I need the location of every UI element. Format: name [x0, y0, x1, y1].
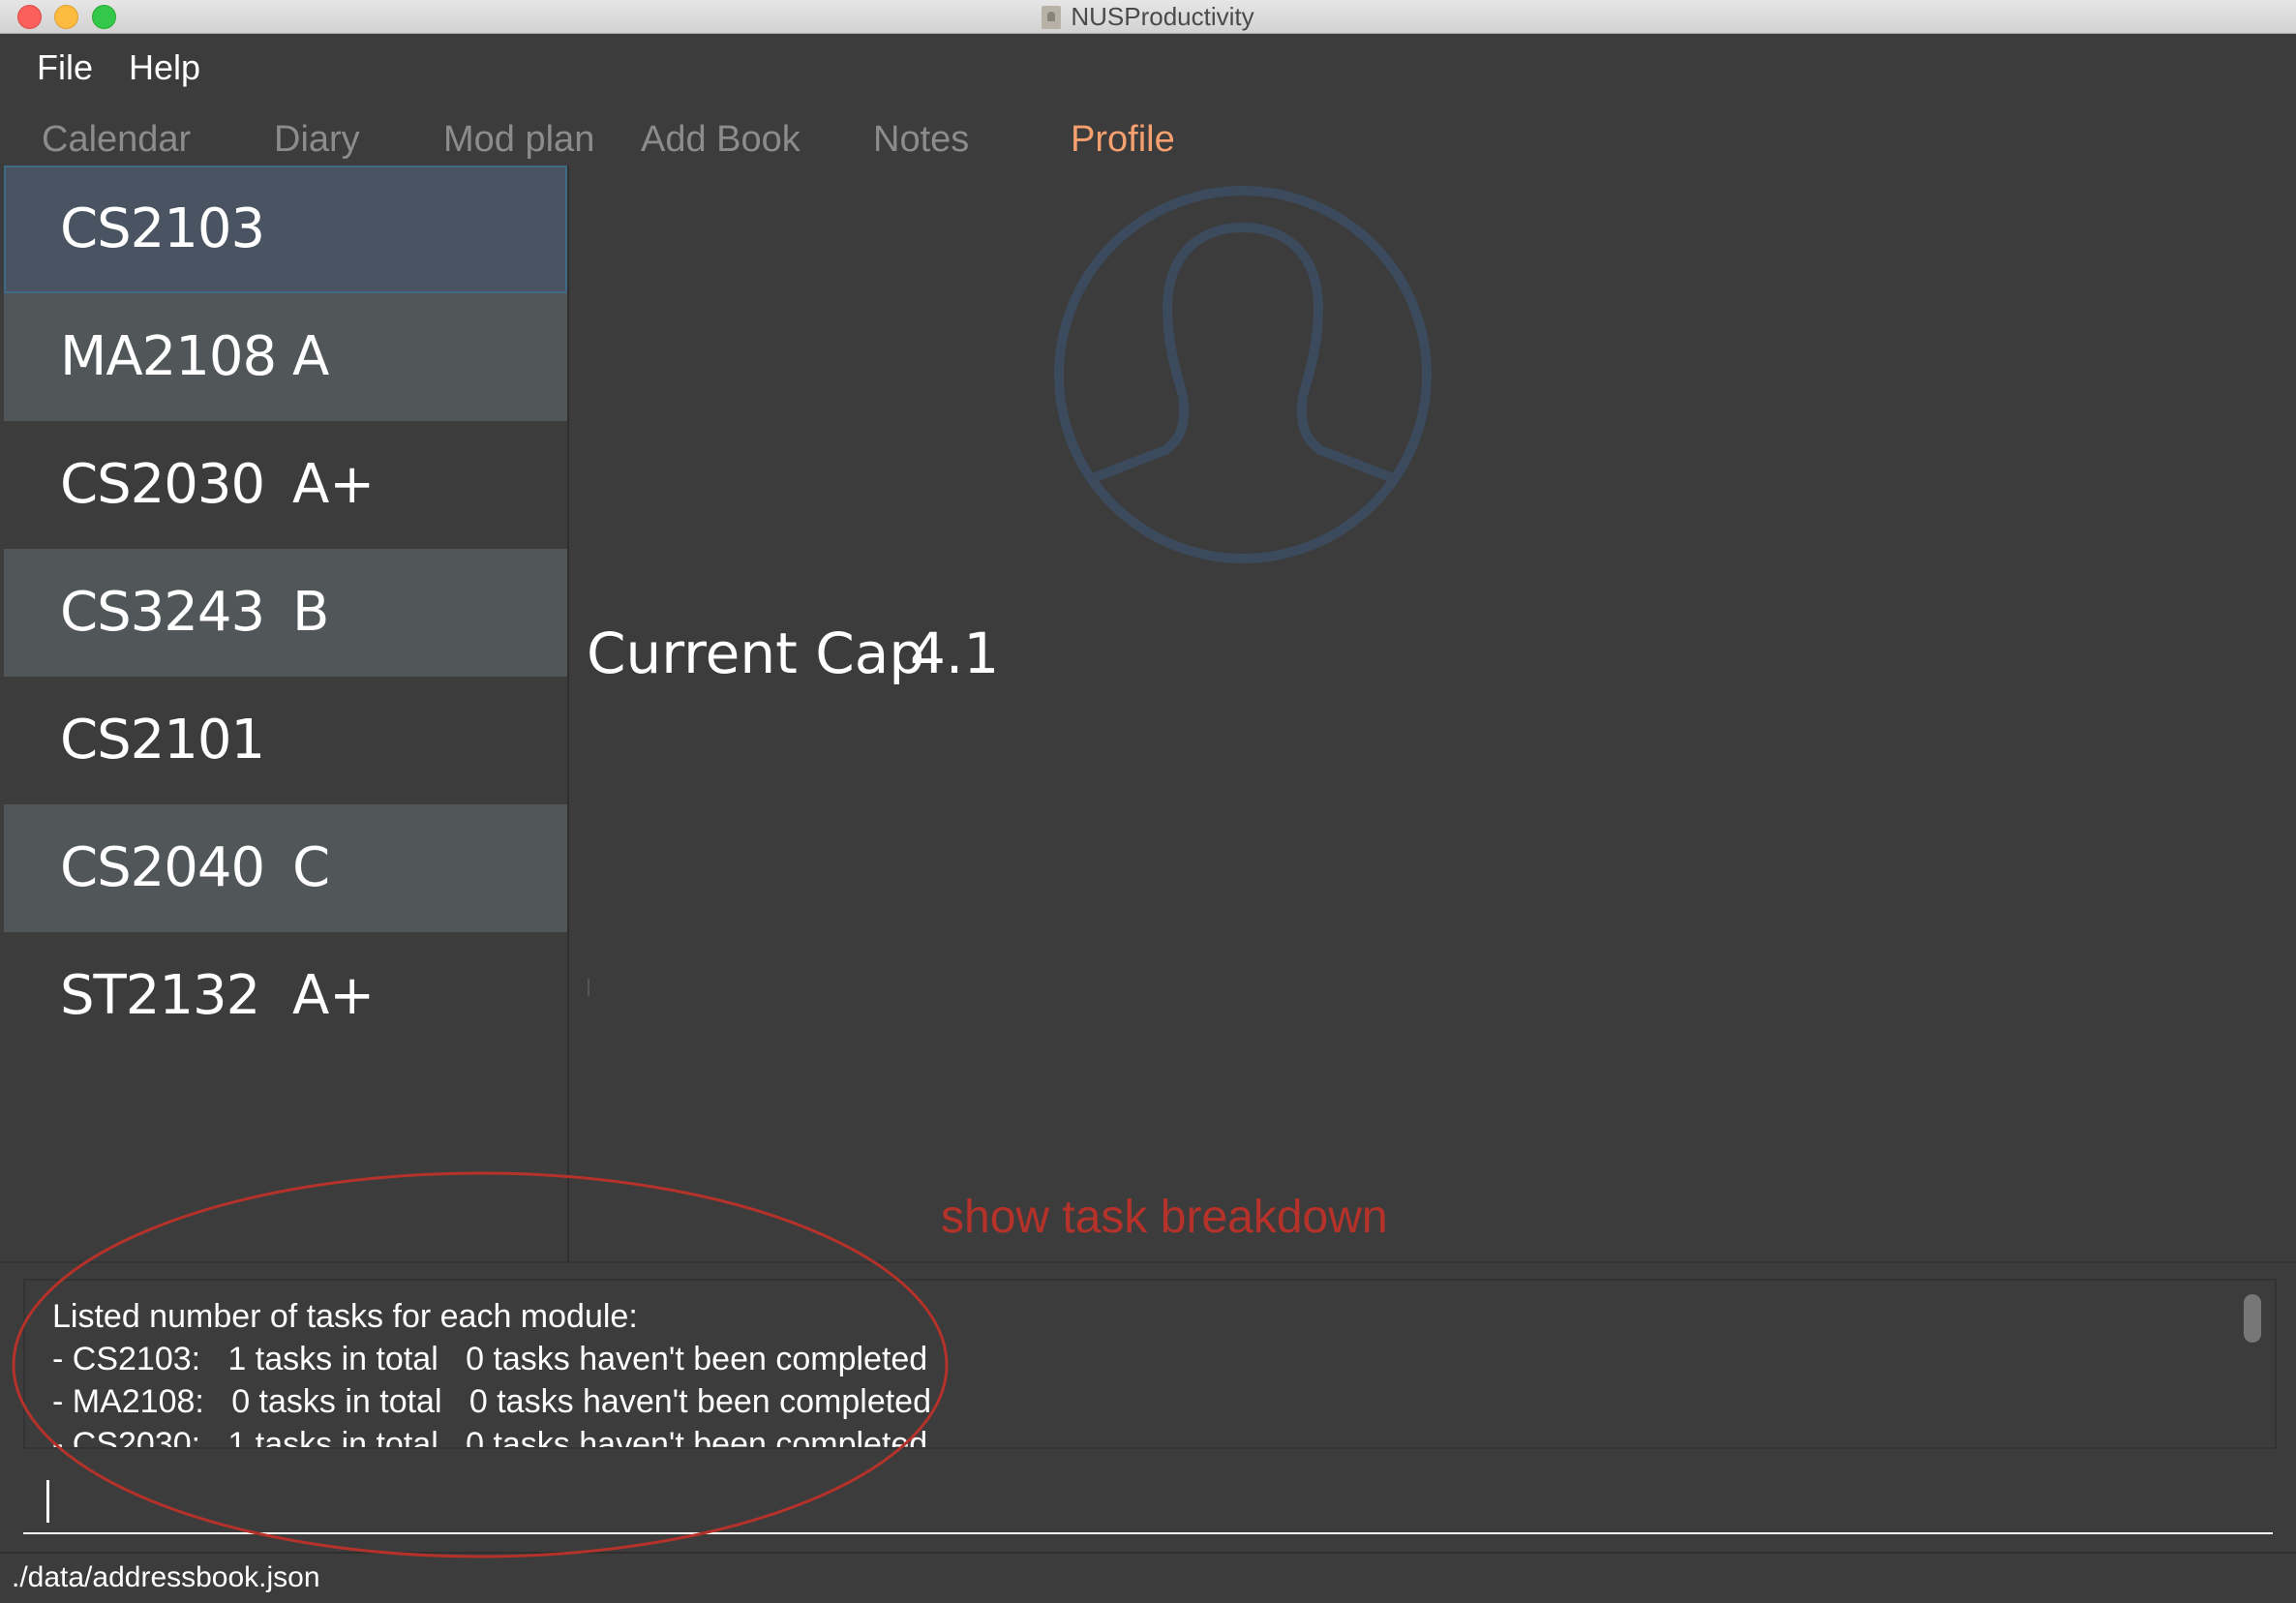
- module-code: CS2101: [60, 709, 265, 771]
- save-location-path: ./data/addressbook.json: [12, 1561, 320, 1593]
- title-bar: NUSProductivity: [0, 0, 2296, 34]
- user-silhouette-icon: [1054, 186, 1432, 563]
- menu-bar: File Help: [0, 34, 2296, 102]
- window-title-text: NUSProductivity: [1071, 2, 1254, 31]
- tab-bar: Calendar Diary Mod plan Add Book Notes P…: [0, 102, 2296, 166]
- module-row[interactable]: CS2103: [4, 166, 567, 293]
- module-row[interactable]: CS3243 B: [4, 549, 567, 677]
- tab-profile[interactable]: Profile: [1071, 119, 1175, 161]
- result-line: - MA2108: 0 tasks in total 0 tasks haven…: [52, 1383, 931, 1420]
- tab-add-book[interactable]: Add Book: [641, 119, 801, 161]
- text-caret: [46, 1480, 49, 1523]
- result-line: - CS2030: 1 tasks in total 0 tasks haven…: [52, 1426, 928, 1449]
- module-code: CS2103: [60, 197, 265, 260]
- module-code: CS2030: [60, 453, 265, 516]
- tab-diary[interactable]: Diary: [274, 119, 360, 161]
- result-line: - CS2103: 1 tasks in total 0 tasks haven…: [52, 1341, 928, 1377]
- module-row[interactable]: CS2030 A+: [4, 421, 567, 549]
- window-title: NUSProductivity: [0, 2, 2296, 31]
- command-input[interactable]: [23, 1468, 2273, 1534]
- result-display[interactable]: Listed number of tasks for each module: …: [23, 1279, 2277, 1449]
- result-panel: Listed number of tasks for each module: …: [0, 1261, 2296, 1457]
- module-grade: B: [292, 581, 330, 644]
- module-grade: C: [292, 836, 331, 899]
- divider-mark: [588, 979, 589, 996]
- profile-panel: Current Cap 4.1: [569, 166, 2296, 1261]
- app-icon: [1042, 6, 1062, 29]
- tab-calendar[interactable]: Calendar: [42, 119, 191, 161]
- app-window: NUSProductivity File Help Calendar Diary…: [0, 0, 2296, 1603]
- annotation-label: show task breakdown: [941, 1192, 1388, 1243]
- result-line: Listed number of tasks for each module:: [52, 1298, 638, 1335]
- module-grade: A: [292, 325, 330, 388]
- result-scrollbar[interactable]: [2244, 1294, 2261, 1343]
- menu-file[interactable]: File: [37, 47, 93, 88]
- module-code: CS3243: [60, 581, 265, 644]
- tab-notes[interactable]: Notes: [873, 119, 969, 161]
- tab-mod-plan[interactable]: Mod plan: [443, 119, 594, 161]
- menu-help[interactable]: Help: [129, 47, 200, 88]
- module-row[interactable]: CS2040 C: [4, 804, 567, 932]
- current-cap-label: Current Cap: [587, 620, 925, 686]
- module-code: CS2040: [60, 836, 265, 899]
- module-code: MA2108: [60, 325, 277, 388]
- command-panel: [0, 1455, 2296, 1552]
- module-row[interactable]: CS2101: [4, 677, 567, 804]
- status-bar: ./data/addressbook.json: [0, 1552, 2296, 1603]
- module-list[interactable]: CS2103 MA2108 A CS2030 A+ CS3243 B CS210…: [4, 166, 569, 1261]
- module-code: ST2132: [60, 964, 260, 1027]
- module-row[interactable]: MA2108 A: [4, 293, 567, 421]
- module-grade: A+: [292, 964, 376, 1027]
- module-row[interactable]: ST2132 A+: [4, 932, 567, 1060]
- current-cap-value: 4.1: [910, 620, 1000, 686]
- module-grade: A+: [292, 453, 376, 516]
